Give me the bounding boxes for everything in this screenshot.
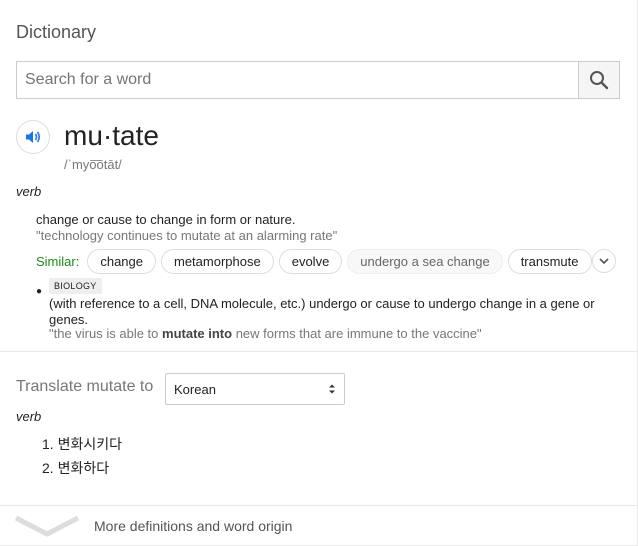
- divider: [0, 505, 637, 506]
- phonetic: /ˈmyo͞otāt/: [64, 157, 122, 172]
- similar-chip[interactable]: transmute: [507, 248, 592, 274]
- similar-chip[interactable]: undergo a sea change: [347, 248, 503, 274]
- similar-chip[interactable]: metamorphose: [161, 248, 274, 274]
- translate-label: Translate mutate to: [16, 378, 154, 395]
- search-input[interactable]: [17, 62, 578, 98]
- example-2: "the virus is able to mutate into new fo…: [49, 326, 482, 341]
- similar-chip[interactable]: change: [87, 248, 156, 274]
- more-definitions-link[interactable]: More definitions and word origin: [94, 518, 292, 534]
- subject-badge: BIOLOGY: [49, 278, 102, 294]
- speaker-icon: [26, 131, 41, 143]
- expand-similar-button[interactable]: [592, 249, 616, 273]
- definition-2: (with reference to a cell, DNA molecule,…: [49, 296, 595, 327]
- definition-1: change or cause to change in form or nat…: [36, 212, 296, 227]
- search-icon: [590, 71, 609, 90]
- bullet-icon: ●: [36, 286, 43, 297]
- language-select[interactable]: Korean: [165, 373, 345, 405]
- search-box: [16, 61, 620, 99]
- translation-item: 1. 변화시키다: [42, 436, 122, 452]
- example-2-bold: mutate into: [162, 326, 233, 341]
- part-of-speech: verb: [16, 184, 42, 199]
- similar-label: Similar:: [36, 253, 80, 269]
- dictionary-card: Dictionary mu·tate /ˈmyo͞otāt/ verb chan…: [0, 0, 638, 546]
- similar-chip[interactable]: evolve: [278, 248, 343, 274]
- translation-item: 2. 변화하다: [42, 460, 110, 476]
- example-2-before: "the virus is able to: [49, 326, 163, 341]
- example-2-after: new forms that are immune to the vaccine…: [232, 326, 482, 341]
- example-1: "technology continues to mutate at an al…: [36, 228, 338, 243]
- translate-part-of-speech: verb: [16, 409, 42, 424]
- select-arrows-icon: [329, 384, 335, 394]
- divider: [0, 351, 637, 352]
- language-selected: Korean: [174, 381, 216, 397]
- card-title: Dictionary: [16, 22, 97, 42]
- chevron-down-icon: [599, 258, 609, 265]
- similar-words: Similar: change metamorphose evolve unde…: [36, 248, 597, 274]
- pronounce-button[interactable]: [16, 120, 50, 154]
- headword: mu·tate: [64, 120, 159, 151]
- more-chevron-icon[interactable]: [14, 514, 80, 538]
- search-button[interactable]: [578, 62, 619, 98]
